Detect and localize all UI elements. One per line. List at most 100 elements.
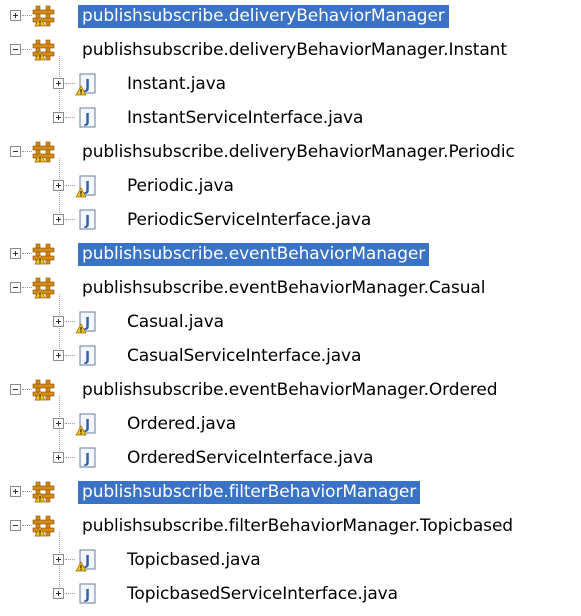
expand-toggle-icon[interactable] bbox=[53, 78, 64, 89]
java-file-tree-item[interactable]: J OrderedServiceInterface.java bbox=[0, 442, 581, 476]
tree-connector bbox=[65, 457, 75, 458]
java-file-tree-item[interactable]: J TopicbasedServiceInterface.java bbox=[0, 578, 581, 612]
java-file-icon: J bbox=[75, 344, 99, 368]
expand-toggle-icon[interactable] bbox=[53, 554, 64, 565]
expand-toggle-icon[interactable] bbox=[53, 316, 64, 327]
tree-item-label-instant-java[interactable]: Instant.java bbox=[123, 73, 230, 96]
tree-item-label-casual-java[interactable]: Casual.java bbox=[123, 311, 228, 334]
tree-connector bbox=[22, 49, 32, 50]
tree-item-label-publishsubscribe-deliverybehaviormanager-instant[interactable]: publishsubscribe.deliveryBehaviorManager… bbox=[78, 39, 511, 62]
tree-connector bbox=[22, 491, 32, 492]
expand-toggle-icon[interactable] bbox=[53, 112, 64, 123]
java-file-tree-item[interactable]: J Casual.java bbox=[0, 306, 581, 340]
package-explorer-tree: publishsubscribe.deliveryBehaviorManager… bbox=[0, 0, 581, 616]
package-warning-icon bbox=[32, 480, 56, 504]
package-warning-icon bbox=[32, 140, 56, 164]
tree-item-label-publishsubscribe-eventbehaviormanager-casual[interactable]: publishsubscribe.eventBehaviorManager.Ca… bbox=[78, 277, 489, 300]
tree-item-label-publishsubscribe-deliverybehaviormanager-periodic[interactable]: publishsubscribe.deliveryBehaviorManager… bbox=[78, 141, 519, 164]
package-tree-item[interactable]: publishsubscribe.filterBehaviorManager bbox=[0, 476, 581, 510]
collapse-toggle-icon[interactable] bbox=[10, 282, 21, 293]
tree-item-label-periodicserviceinterface-java[interactable]: PeriodicServiceInterface.java bbox=[123, 209, 375, 232]
tree-item-label-instantserviceinterface-java[interactable]: InstantServiceInterface.java bbox=[123, 107, 367, 130]
expand-toggle-icon[interactable] bbox=[53, 214, 64, 225]
java-file-warning-icon: J bbox=[75, 72, 99, 96]
java-file-tree-item[interactable]: J CasualServiceInterface.java bbox=[0, 340, 581, 374]
tree-item-label-ordered-java[interactable]: Ordered.java bbox=[123, 413, 240, 436]
tree-item-label-casualserviceinterface-java[interactable]: CasualServiceInterface.java bbox=[123, 345, 365, 368]
tree-item-label-publishsubscribe-filterbehaviormanager[interactable]: publishsubscribe.filterBehaviorManager bbox=[78, 481, 421, 504]
svg-text:J: J bbox=[84, 554, 90, 569]
expand-toggle-icon[interactable] bbox=[53, 588, 64, 599]
expand-toggle-icon[interactable] bbox=[10, 248, 21, 259]
svg-text:J: J bbox=[84, 112, 90, 127]
tree-connector bbox=[65, 185, 75, 186]
svg-text:J: J bbox=[84, 350, 90, 365]
java-file-icon: J bbox=[75, 446, 99, 470]
package-tree-item[interactable]: publishsubscribe.eventBehaviorManager bbox=[0, 238, 581, 272]
package-warning-icon bbox=[32, 276, 56, 300]
tree-connector bbox=[22, 15, 32, 16]
collapse-toggle-icon[interactable] bbox=[10, 44, 21, 55]
collapse-toggle-icon[interactable] bbox=[10, 146, 21, 157]
java-file-warning-icon: J bbox=[75, 174, 99, 198]
java-file-icon: J bbox=[75, 208, 99, 232]
tree-connector bbox=[65, 117, 75, 118]
svg-text:J: J bbox=[84, 78, 90, 93]
tree-item-label-topicbased-java[interactable]: Topicbased.java bbox=[123, 549, 265, 572]
tree-connector bbox=[22, 525, 32, 526]
expand-toggle-icon[interactable] bbox=[53, 452, 64, 463]
tree-connector bbox=[22, 151, 32, 152]
svg-text:J: J bbox=[84, 452, 90, 467]
package-warning-icon bbox=[32, 514, 56, 538]
package-warning-icon bbox=[32, 4, 56, 28]
package-tree-item[interactable]: publishsubscribe.filterBehaviorManager.T… bbox=[0, 510, 581, 544]
tree-connector bbox=[65, 593, 75, 594]
java-file-warning-icon: J bbox=[75, 548, 99, 572]
package-warning-icon bbox=[32, 242, 56, 266]
tree-item-label-publishsubscribe-eventbehaviormanager[interactable]: publishsubscribe.eventBehaviorManager bbox=[78, 243, 430, 266]
package-tree-item[interactable]: publishsubscribe.deliveryBehaviorManager… bbox=[0, 34, 581, 68]
java-file-icon: J bbox=[75, 582, 99, 606]
tree-connector bbox=[22, 389, 32, 390]
tree-item-label-periodic-java[interactable]: Periodic.java bbox=[123, 175, 238, 198]
expand-toggle-icon[interactable] bbox=[10, 10, 21, 21]
tree-item-label-publishsubscribe-deliverybehaviormanager[interactable]: publishsubscribe.deliveryBehaviorManager bbox=[78, 5, 449, 28]
svg-text:J: J bbox=[84, 418, 90, 433]
svg-text:J: J bbox=[84, 214, 90, 229]
expand-toggle-icon[interactable] bbox=[53, 350, 64, 361]
tree-connector bbox=[65, 321, 75, 322]
java-file-warning-icon: J bbox=[75, 412, 99, 436]
collapse-toggle-icon[interactable] bbox=[10, 520, 21, 531]
tree-connector bbox=[65, 219, 75, 220]
expand-toggle-icon[interactable] bbox=[10, 486, 21, 497]
tree-item-label-orderedserviceinterface-java[interactable]: OrderedServiceInterface.java bbox=[123, 447, 377, 470]
tree-connector bbox=[65, 423, 75, 424]
svg-text:J: J bbox=[84, 316, 90, 331]
expand-toggle-icon[interactable] bbox=[53, 418, 64, 429]
java-file-tree-item[interactable]: J Instant.java bbox=[0, 68, 581, 102]
tree-item-label-topicbasedserviceinterface-java[interactable]: TopicbasedServiceInterface.java bbox=[123, 583, 402, 606]
package-tree-item[interactable]: publishsubscribe.eventBehaviorManager.Ca… bbox=[0, 272, 581, 306]
package-warning-icon bbox=[32, 38, 56, 62]
tree-item-label-publishsubscribe-filterbehaviormanager-topicbased[interactable]: publishsubscribe.filterBehaviorManager.T… bbox=[78, 515, 517, 538]
svg-text:J: J bbox=[84, 588, 90, 603]
tree-connector bbox=[22, 253, 32, 254]
package-tree-item[interactable]: publishsubscribe.deliveryBehaviorManager bbox=[0, 0, 581, 34]
java-file-tree-item[interactable]: J Ordered.java bbox=[0, 408, 581, 442]
expand-toggle-icon[interactable] bbox=[53, 180, 64, 191]
tree-connector bbox=[65, 83, 75, 84]
package-warning-icon bbox=[32, 378, 56, 402]
java-file-warning-icon: J bbox=[75, 310, 99, 334]
tree-connector bbox=[65, 559, 75, 560]
tree-connector bbox=[65, 355, 75, 356]
tree-item-label-publishsubscribe-eventbehaviormanager-ordered[interactable]: publishsubscribe.eventBehaviorManager.Or… bbox=[78, 379, 501, 402]
java-file-tree-item[interactable]: J Periodic.java bbox=[0, 170, 581, 204]
java-file-tree-item[interactable]: J InstantServiceInterface.java bbox=[0, 102, 581, 136]
svg-text:J: J bbox=[84, 180, 90, 195]
package-tree-item[interactable]: publishsubscribe.deliveryBehaviorManager… bbox=[0, 136, 581, 170]
java-file-tree-item[interactable]: J PeriodicServiceInterface.java bbox=[0, 204, 581, 238]
package-tree-item[interactable]: publishsubscribe.eventBehaviorManager.Or… bbox=[0, 374, 581, 408]
java-file-tree-item[interactable]: J Topicbased.java bbox=[0, 544, 581, 578]
java-file-icon: J bbox=[75, 106, 99, 130]
collapse-toggle-icon[interactable] bbox=[10, 384, 21, 395]
